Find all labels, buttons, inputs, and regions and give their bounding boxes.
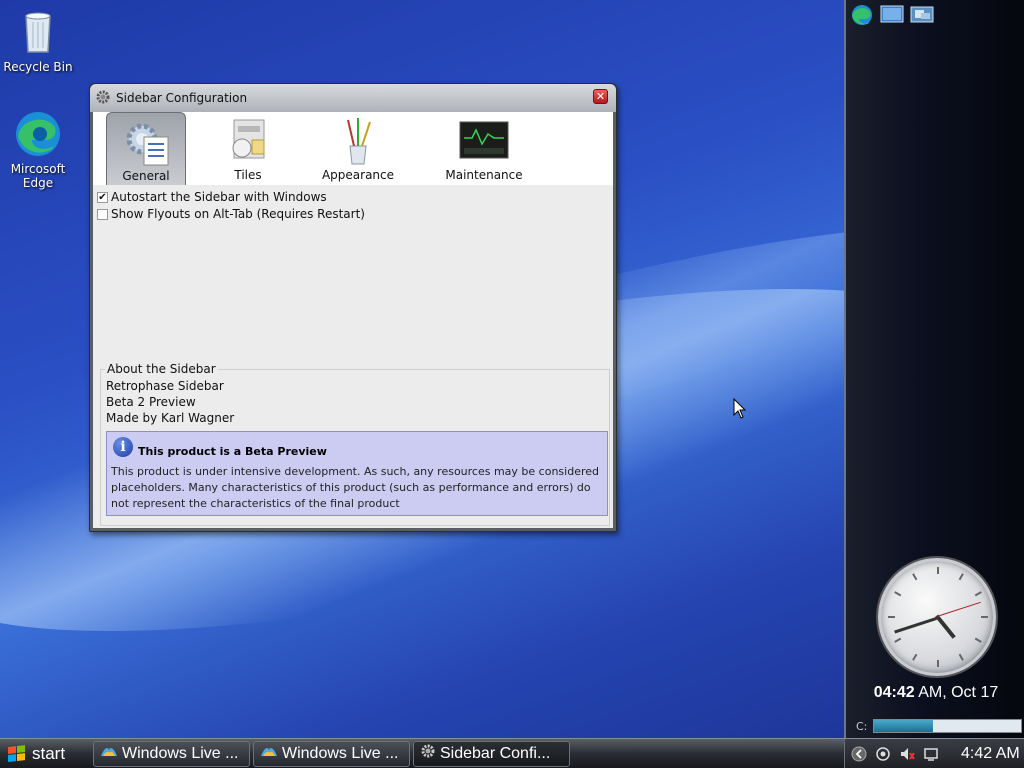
tray-clock[interactable]: 4:42 AM [961,745,1020,763]
recycle-bin-icon [14,8,62,56]
sidebar-configuration-dialog: Sidebar Configuration ✕ General Tiles Ap… [89,83,617,532]
drive-label: C: [856,719,868,733]
about-line: Retrophase Sidebar [106,379,224,393]
checkbox-label: Autostart the Sidebar with Windows [111,190,327,204]
clock-tick [912,653,918,661]
edge-icon [14,110,62,158]
sidebar-panel: 04:42 AM, Oct 17 C: [844,0,1024,738]
windows-live-icon [260,744,278,763]
taskbar: start Windows Live ... Windows Live ... … [0,738,1024,768]
taskbar-button-sidebar-config[interactable]: Sidebar Confi... [413,740,570,767]
desktop-icon[interactable] [880,4,904,26]
taskbar-button-label: Windows Live ... [122,744,239,762]
edge-icon[interactable] [850,4,874,26]
desktop-icon-label: Recycle Bin [3,60,73,74]
about-legend: About the Sidebar [105,362,218,376]
sidebar-top-icons [850,4,934,26]
system-tray: 4:42 AM [844,739,1024,768]
gear-icon [420,743,436,764]
dialog-content: General Tiles Appearance Maintenance ✔ A… [93,112,613,528]
info-icon: i [113,437,133,457]
monitor-icon [458,116,510,166]
clock-tick [894,637,902,643]
taskbar-button-windows-live-2[interactable]: Windows Live ... [253,740,410,767]
tab-general[interactable]: General [106,112,186,185]
brushes-icon [332,116,384,166]
notice-title: This product is a Beta Preview [138,445,327,458]
tab-label: Maintenance [445,168,523,182]
clock-tick [981,616,988,618]
beta-notice: i This product is a Beta Preview This pr… [106,431,608,516]
start-label: start [32,743,66,763]
drive-usage-fill [874,720,934,732]
general-options: ✔ Autostart the Sidebar with Windows Sho… [97,190,365,224]
taskbar-button-windows-live-1[interactable]: Windows Live ... [93,740,250,767]
tab-maintenance[interactable]: Maintenance [436,112,532,184]
dialog-titlebar[interactable]: Sidebar Configuration ✕ [90,84,616,112]
tab-tiles[interactable]: Tiles [208,112,288,184]
clock-minute-hand [893,617,937,634]
desktop-icon-label: Mircosoft Edge [10,162,66,190]
clock-tick [974,591,982,597]
clock-tick [888,616,895,618]
desktop-icon-recycle-bin[interactable]: Recycle Bin [0,8,76,74]
clock-tick [937,660,939,667]
taskbar-button-label: Sidebar Confi... [440,744,551,762]
mouse-pointer-icon [733,397,747,423]
clock-second-hand [936,601,981,617]
clock-tick [894,591,902,597]
clock-tick [974,637,982,643]
drive-meter: C: [856,718,1022,734]
autostart-checkbox[interactable]: ✔ Autostart the Sidebar with Windows [97,190,365,204]
clock-tick [937,567,939,574]
clock-tick [912,573,918,581]
tab-strip: General Tiles Appearance Maintenance [93,112,613,185]
close-button[interactable]: ✕ [593,89,608,104]
clock-hour-hand [935,614,956,639]
notice-body: This product is under intensive developm… [111,465,599,510]
chevron-left-icon[interactable] [851,746,867,762]
clock-readout: 04:42 AM, Oct 17 [846,684,1024,702]
tab-label: General [122,169,170,183]
tab-appearance[interactable]: Appearance [318,112,398,184]
windows-live-icon [100,744,118,763]
display-icon[interactable] [923,746,939,762]
about-line: Beta 2 Preview [106,395,196,409]
flyouts-checkbox[interactable]: Show Flyouts on Alt-Tab (Requires Restar… [97,207,365,221]
start-button[interactable]: start [0,739,90,768]
about-groupbox: About the Sidebar Retrophase Sidebar Bet… [100,362,610,526]
screens-icon[interactable] [910,4,934,26]
checkbox-label: Show Flyouts on Alt-Tab (Requires Restar… [111,207,365,221]
network-icon[interactable] [875,746,891,762]
windows-logo-icon [8,744,26,763]
tab-label: Tiles [234,168,262,182]
volume-muted-icon[interactable] [899,746,915,762]
clock-date: AM, Oct 17 [914,684,999,701]
dialog-title: Sidebar Configuration [116,91,248,105]
tiles-icon [222,116,274,166]
taskbar-button-label: Windows Live ... [282,744,399,762]
about-line: Made by Karl Wagner [106,411,235,425]
analog-clock [878,558,996,676]
clock-tick [958,573,964,581]
gear-icon [120,117,172,167]
gear-icon [95,89,111,108]
checkbox-unchecked-icon [97,208,108,220]
clock-tick [958,653,964,661]
drive-usage-bar [873,719,1022,733]
tab-label: Appearance [321,168,395,182]
desktop-icon-edge[interactable]: Mircosoft Edge [0,110,76,190]
checkbox-checked-icon: ✔ [97,191,108,203]
clock-time: 04:42 [873,684,915,701]
